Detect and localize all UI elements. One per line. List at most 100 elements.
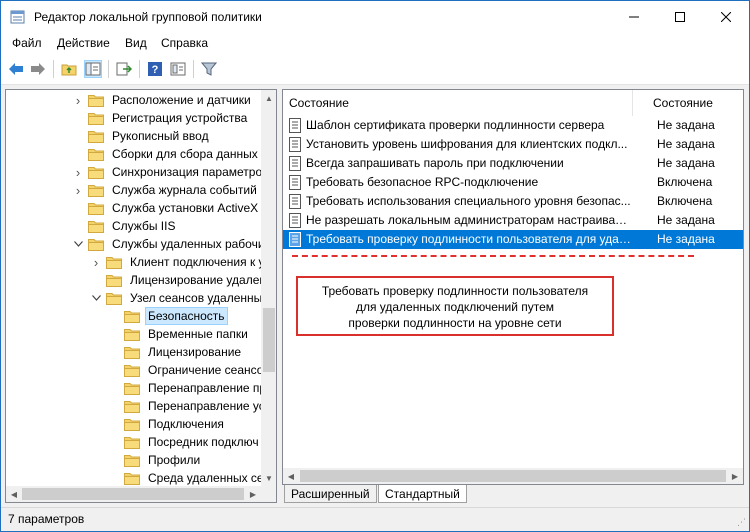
chevron-down-icon[interactable] [72, 235, 84, 253]
tree-item[interactable]: › Клиент подключения к у [90, 253, 268, 271]
policy-name: Установить уровень шифрования для клиент… [306, 137, 628, 151]
tree-item-label-box: Перенаправление пр [145, 379, 269, 397]
tree-item[interactable]: Лицензирование удален [90, 271, 269, 289]
chevron-right-icon[interactable]: › [90, 253, 102, 271]
chevron-right-icon[interactable]: › [72, 91, 84, 109]
policy-name: Шаблон сертификата проверки подлинности … [306, 118, 605, 132]
policy-setting-icon [288, 232, 302, 247]
maximize-button[interactable] [657, 1, 703, 32]
tree-item-label-box: Службы удаленных рабочи [109, 235, 268, 253]
scroll-thumb[interactable] [263, 308, 275, 372]
tab-extended[interactable]: Расширенный [284, 485, 377, 503]
policy-row[interactable]: Требовать проверку подлинности пользоват… [283, 230, 743, 249]
scroll-right-icon[interactable]: ▶ [245, 486, 261, 502]
tree-item[interactable]: Перенаправление пр [108, 379, 269, 397]
tree-item[interactable]: Службы удаленных рабочи [72, 235, 268, 253]
column-header-state[interactable]: Состояние [653, 90, 713, 116]
export-list-icon[interactable] [115, 60, 133, 78]
tree-item[interactable]: Сборки для сбора данных и [72, 145, 271, 163]
tree-item-label-box: Регистрация устройства [109, 109, 250, 127]
back-arrow-icon[interactable] [7, 60, 25, 78]
tree-item[interactable]: › Расположение и датчики [72, 91, 254, 109]
folder-icon [88, 94, 104, 107]
tree-item[interactable]: › Синхронизация параметров [72, 163, 272, 181]
scroll-thumb[interactable] [22, 488, 244, 500]
policy-name: Требовать проверку подлинности пользоват… [306, 232, 631, 246]
show-hide-tree-icon[interactable] [84, 60, 102, 78]
title-bar: Редактор локальной групповой политики [1, 1, 749, 32]
tree-horizontal-scrollbar[interactable]: ◀ ▶ [6, 486, 261, 502]
policy-row[interactable]: Не разрешать локальным администраторам н… [283, 211, 743, 230]
chevron-right-icon[interactable]: › [72, 163, 84, 181]
close-button[interactable] [703, 1, 749, 32]
tree-item-label-box: Клиент подключения к у [127, 253, 268, 271]
menu-view[interactable]: Вид [125, 36, 147, 50]
scroll-left-icon[interactable]: ◀ [283, 468, 299, 484]
tree-item[interactable]: Ограничение сеансов [108, 361, 273, 379]
tree-item[interactable]: Службы IIS [72, 217, 178, 235]
scroll-right-icon[interactable]: ▶ [727, 468, 743, 484]
tree-vertical-scrollbar[interactable]: ▲ ▼ [261, 90, 276, 486]
policy-row[interactable]: Установить уровень шифрования для клиент… [283, 135, 743, 154]
resize-grip-icon[interactable]: ⋰ [737, 517, 746, 528]
column-divider[interactable] [632, 90, 633, 116]
scroll-down-icon[interactable]: ▼ [261, 470, 276, 486]
chevron-right-icon[interactable]: › [72, 181, 84, 199]
tree-item[interactable]: Безопасность [108, 307, 228, 325]
help-icon[interactable]: ? [146, 60, 164, 78]
tree-item-label: Безопасность [148, 309, 225, 323]
tree-item[interactable]: Среда удаленных се [108, 469, 267, 487]
up-folder-icon[interactable] [60, 60, 78, 78]
scroll-up-icon[interactable]: ▲ [261, 90, 276, 106]
minimize-button[interactable] [611, 1, 657, 32]
folder-icon [124, 436, 140, 449]
menu-file[interactable]: Файл [12, 36, 42, 50]
policy-state: Не задана [657, 118, 715, 132]
chevron-down-icon[interactable] [90, 289, 102, 307]
folder-icon [124, 310, 140, 323]
policy-row[interactable]: Шаблон сертификата проверки подлинности … [283, 116, 743, 135]
tree-item[interactable]: Перенаправление ус [108, 397, 268, 415]
tree-item[interactable]: › Служба журнала событий [72, 181, 260, 199]
annotation-callout: Требовать проверку подлинности пользоват… [296, 276, 614, 336]
tree-item[interactable]: Узел сеансов удаленных [90, 289, 271, 307]
tree-item-label: Узел сеансов удаленных [130, 291, 269, 305]
tab-standard[interactable]: Стандартный [378, 485, 467, 503]
policy-row[interactable]: Требовать безопасное RPC-подключение Вклю… [283, 173, 743, 192]
policy-row[interactable]: Требовать использования специального уро… [283, 192, 743, 211]
gpedit-window: Редактор локальной групповой политики Фа… [0, 0, 750, 532]
tree-item-label: Подключения [148, 417, 224, 431]
scroll-left-icon[interactable]: ◀ [6, 486, 22, 502]
folder-icon [88, 130, 104, 143]
view-tabs: Расширенный Стандартный [282, 485, 744, 503]
tree-item[interactable]: Посредник подключ [108, 433, 262, 451]
column-header-setting[interactable]: Состояние [289, 90, 349, 116]
menu-help[interactable]: Справка [161, 36, 208, 50]
menu-action[interactable]: Действие [57, 36, 110, 50]
folder-icon [124, 364, 140, 377]
list-horizontal-scrollbar[interactable]: ◀ ▶ [283, 468, 743, 484]
policy-state: Не задана [657, 156, 715, 170]
tree-item[interactable]: Лицензирование [108, 343, 244, 361]
tree-item[interactable]: Подключения [108, 415, 227, 433]
forward-arrow-icon[interactable] [29, 60, 47, 78]
folder-icon [124, 472, 140, 485]
folder-icon [124, 454, 140, 467]
scroll-thumb[interactable] [300, 470, 726, 482]
tree-item-label-box: Лицензирование удален [127, 271, 269, 289]
console-tree[interactable]: Среда удаленных се Профили Посредник подкл… [5, 89, 277, 503]
extended-view-icon[interactable] [169, 60, 187, 78]
tree-item[interactable]: Временные папки [108, 325, 251, 343]
tree-item[interactable]: Рукописный ввод [72, 127, 212, 145]
tree-item[interactable]: Регистрация устройства [72, 109, 250, 127]
tree-item-label-box: Ограничение сеансов [145, 361, 273, 379]
tree-item[interactable]: Профили [108, 451, 203, 469]
filter-icon[interactable] [200, 60, 218, 78]
policy-row[interactable]: Всегда запрашивать пароль при подключени… [283, 154, 743, 173]
tree-item[interactable]: Служба установки ActiveX [72, 199, 261, 217]
